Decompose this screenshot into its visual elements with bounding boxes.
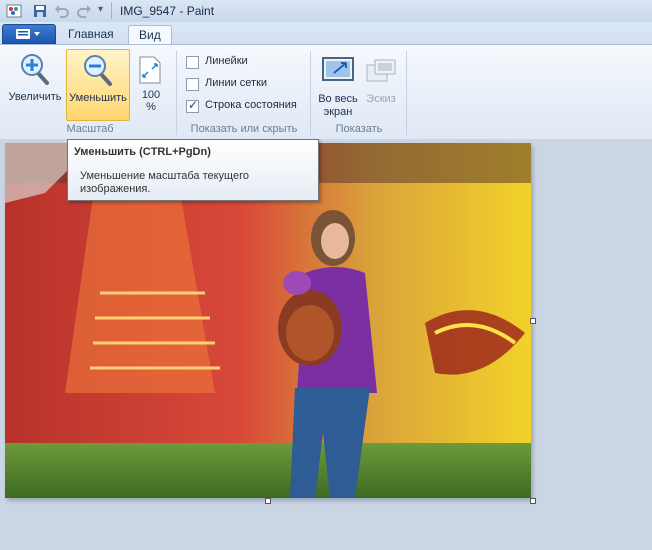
rulers-box[interactable] bbox=[186, 56, 199, 69]
redo-icon[interactable] bbox=[76, 3, 92, 19]
tab-home[interactable]: Главная bbox=[58, 25, 124, 44]
thumbnail-label: Эскиз bbox=[366, 93, 396, 105]
qa-customize-icon[interactable]: ▾ bbox=[98, 4, 103, 15]
undo-icon[interactable] bbox=[54, 3, 70, 19]
rulers-label: Линейки bbox=[205, 55, 248, 67]
group-separator bbox=[310, 51, 311, 135]
resize-handle-right[interactable] bbox=[530, 318, 536, 324]
group-separator bbox=[406, 51, 407, 135]
thumbnail-button[interactable]: Эскиз bbox=[362, 49, 400, 119]
paint-app-icon[interactable] bbox=[6, 3, 22, 19]
resize-handle-bottom[interactable] bbox=[265, 498, 271, 504]
zoom-out-tooltip: Уменьшить (CTRL+PgDn) Уменьшение масштаб… bbox=[67, 139, 319, 201]
statusbar-box[interactable] bbox=[186, 98, 199, 113]
group-separator bbox=[176, 51, 177, 135]
statusbar-label: Строка состояния bbox=[205, 99, 297, 111]
actual-size-label-1: 100 bbox=[141, 89, 161, 101]
actual-size-label-2: % bbox=[146, 101, 156, 113]
fullscreen-button[interactable]: Во весь экран bbox=[314, 49, 362, 119]
save-icon[interactable] bbox=[32, 3, 48, 19]
ribbon: Увеличить Уменьшить 100 % Масштаб Линейк… bbox=[0, 44, 652, 140]
zoom-out-button[interactable]: Уменьшить bbox=[66, 49, 130, 121]
fullscreen-icon bbox=[322, 57, 354, 81]
group-label-zoom: Масштаб bbox=[66, 123, 114, 135]
menu-icon bbox=[16, 29, 40, 39]
app-menu-button[interactable] bbox=[2, 24, 56, 44]
tooltip-body: Уменьшение масштаба текущего изображения… bbox=[80, 170, 249, 195]
thumbnail-icon bbox=[366, 59, 396, 82]
window-title: IMG_9547 - Paint bbox=[120, 4, 215, 18]
zoom-out-icon bbox=[84, 55, 112, 86]
zoom-in-label: Увеличить bbox=[8, 91, 62, 103]
title-divider bbox=[111, 2, 112, 19]
actual-size-button[interactable]: 100 % bbox=[132, 49, 170, 119]
resize-handle-corner[interactable] bbox=[530, 498, 536, 504]
tab-view[interactable]: Вид bbox=[128, 25, 172, 45]
ribbon-tabs: Главная Вид bbox=[0, 22, 652, 45]
fullscreen-label-1: Во весь bbox=[318, 93, 358, 105]
fullscreen-label-2: экран bbox=[323, 106, 353, 118]
title-bar: ▾ IMG_9547 - Paint bbox=[0, 0, 652, 23]
gridlines-label: Линии сетки bbox=[205, 77, 268, 89]
tooltip-title: Уменьшить (CTRL+PgDn) bbox=[74, 146, 211, 158]
group-label-show-hide: Показать или скрыть bbox=[190, 123, 298, 135]
actual-size-icon bbox=[139, 56, 161, 84]
gridlines-box[interactable] bbox=[186, 78, 199, 91]
group-label-display: Показать bbox=[335, 123, 383, 135]
zoom-out-label: Уменьшить bbox=[69, 92, 127, 104]
zoom-in-icon bbox=[21, 54, 49, 85]
zoom-in-button[interactable]: Увеличить bbox=[6, 49, 64, 119]
